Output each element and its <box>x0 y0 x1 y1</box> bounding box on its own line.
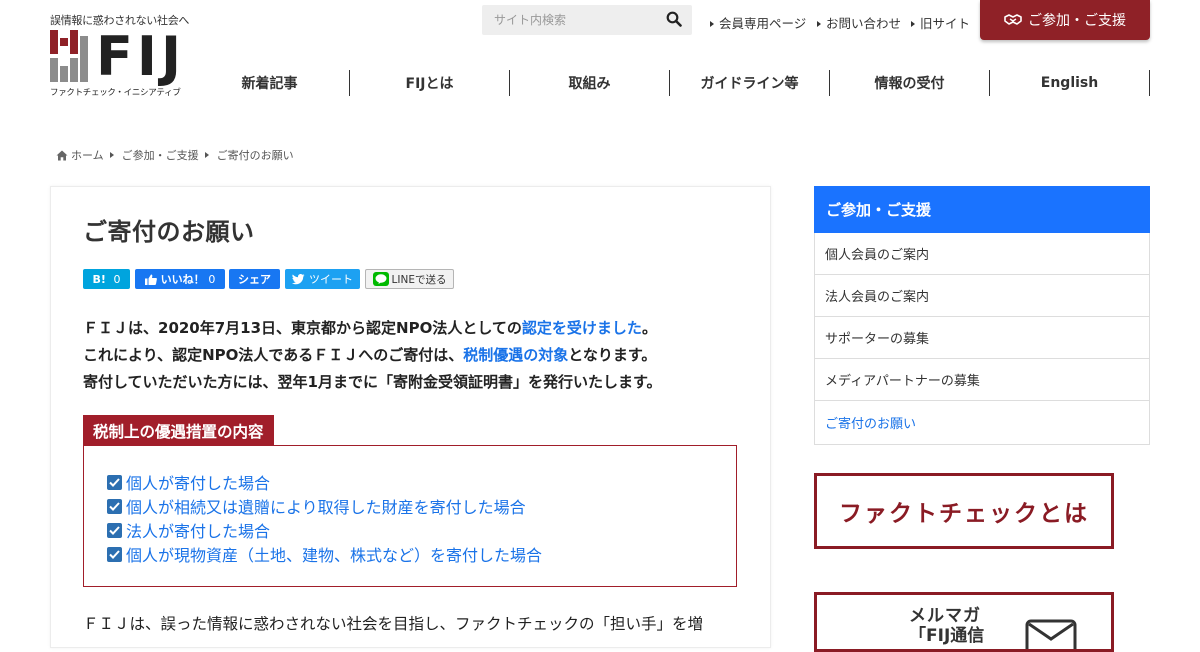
envelope-icon <box>1025 619 1077 649</box>
tax-box-label: 税制上の優遇措置の内容 <box>83 415 274 446</box>
contact-link[interactable]: お問い合わせ <box>817 13 901 32</box>
search-input[interactable] <box>492 12 656 28</box>
sidebar-heading: ご参加・ご支援 <box>814 186 1150 233</box>
breadcrumb-current: ご寄付のお願い <box>216 149 294 162</box>
thumbs-up-icon <box>144 274 157 285</box>
tax-item-inheritance[interactable]: 個人が相続又は遺贈により取得した財産を寄付した場合 <box>107 494 526 518</box>
chevron-right-icon <box>109 152 114 158</box>
nav-activities[interactable]: 取組み <box>510 70 670 96</box>
facebook-like-count: 0 <box>208 272 216 286</box>
checkbox-checked-icon <box>107 474 122 490</box>
breadcrumb: ホーム ご参加・ご支援 ご寄付のお願い <box>56 147 294 163</box>
nav-about-fij[interactable]: FIJとは <box>350 70 510 96</box>
search-icon[interactable] <box>666 11 682 27</box>
join-support-button[interactable]: ご参加・ご支援 <box>980 0 1150 40</box>
sidebar-item-media-partners[interactable]: メディアパートナーの募集 <box>815 359 1149 401</box>
logo-subtitle: ファクトチェック・イニシアティブ <box>50 88 181 98</box>
facebook-like-button[interactable]: いいね！ 0 <box>135 269 225 289</box>
chevron-right-icon <box>710 21 714 27</box>
global-nav: 新着記事 FIJとは 取組み ガイドライン等 情報の受付 English <box>190 70 1150 96</box>
intro-line-3: 寄付していただいた方には、翌年1月までに「寄附金受領証明書」を発行いたします。 <box>83 373 662 391</box>
sidebar-item-individual-membership[interactable]: 個人会員のご案内 <box>815 233 1149 275</box>
tax-benefit-link[interactable]: 税制優遇の対象 <box>463 346 568 364</box>
intro-line-1: ＦＩＪは、2020年7月13日、東京都から認定NPO法人としての認定を受けました… <box>83 319 657 337</box>
line-app-icon <box>372 272 389 286</box>
hatena-count: 0 <box>113 272 121 286</box>
intro-line-2: これにより、認定NPO法人であるＦＩＪへのご寄付は、税制優遇の対象となります。 <box>83 346 657 364</box>
logo-text: FIJ <box>96 25 186 88</box>
breadcrumb-home[interactable]: ホーム <box>71 147 104 163</box>
nav-guidelines[interactable]: ガイドライン等 <box>670 70 830 96</box>
breadcrumb-join-support[interactable]: ご参加・ご支援 <box>122 147 199 163</box>
certification-link[interactable]: 認定を受けました <box>522 319 642 337</box>
tweet-button[interactable]: ツイート <box>285 269 360 289</box>
sidebar-item-supporters[interactable]: サポーターの募集 <box>815 317 1149 359</box>
tax-item-individual[interactable]: 個人が寄付した場合 <box>107 470 270 494</box>
checkbox-checked-icon <box>107 522 122 538</box>
chevron-right-icon <box>911 21 915 27</box>
closing-paragraph: ＦＩＪは、誤った情報に惑わされない社会を目指し、ファクトチェックの「担い手」を増 <box>83 615 704 633</box>
nav-english[interactable]: English <box>990 70 1150 96</box>
hatena-bookmark-button[interactable]: B! 0 <box>83 269 130 289</box>
members-page-link[interactable]: 会員専用ページ <box>710 13 806 32</box>
page-title: ご寄付のお願い <box>83 218 255 246</box>
home-icon <box>56 150 68 160</box>
chevron-right-icon <box>204 152 209 158</box>
chevron-right-icon <box>817 21 821 27</box>
sidebar-menu: 個人会員のご案内 法人会員のご案内 サポーターの募集 メディアパートナーの募集 … <box>814 233 1150 445</box>
old-site-link[interactable]: 旧サイト <box>911 13 970 32</box>
sidebar-item-corporate-membership[interactable]: 法人会員のご案内 <box>815 275 1149 317</box>
site-search <box>482 5 692 35</box>
newsletter-banner[interactable]: メルマガ 「FIJ通信 <box>814 592 1114 652</box>
nav-submit-info[interactable]: 情報の受付 <box>830 70 990 96</box>
nav-new-articles[interactable]: 新着記事 <box>190 70 350 96</box>
what-is-factcheck-banner[interactable]: ファクトチェックとは <box>814 473 1114 549</box>
tax-item-in-kind[interactable]: 個人が現物資産（土地、建物、株式など）を寄付した場合 <box>107 542 542 566</box>
facebook-share-button[interactable]: シェア <box>229 269 280 289</box>
handshake-icon <box>1004 14 1022 25</box>
checkbox-checked-icon <box>107 498 122 514</box>
checkbox-checked-icon <box>107 546 122 562</box>
twitter-bird-icon <box>292 273 305 284</box>
tax-item-corporate[interactable]: 法人が寄付した場合 <box>107 518 270 542</box>
sidebar-item-donation[interactable]: ご寄付のお願い <box>815 401 1149 444</box>
line-share-button[interactable]: LINEで送る <box>365 269 454 289</box>
